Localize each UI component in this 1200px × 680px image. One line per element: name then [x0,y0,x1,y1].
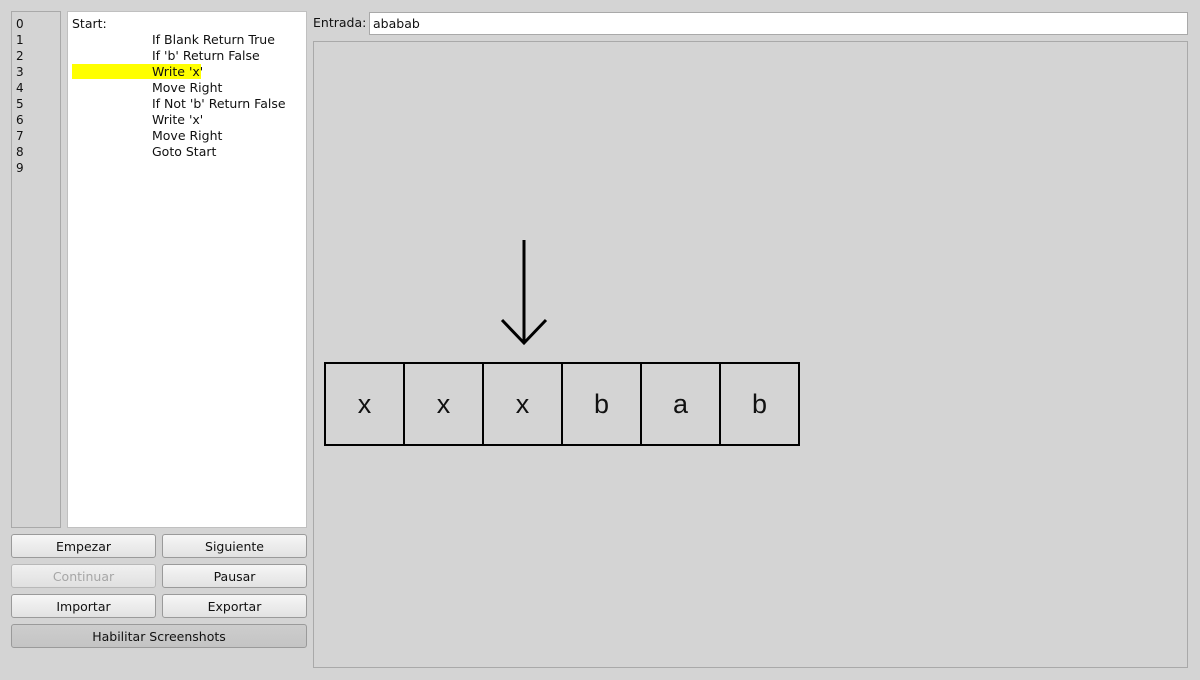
line-number: 9 [16,161,24,175]
tape-cell: x [484,364,563,444]
empezar-button[interactable]: Empezar [11,534,156,558]
tape-cell: a [642,364,721,444]
code-instruction: If Not 'b' Return False [152,96,286,111]
line-number: 3 [16,65,24,79]
line-number: 6 [16,113,24,127]
code-instruction: Move Right [152,80,223,95]
pausar-button[interactable]: Pausar [162,564,307,588]
tape-cell: x [326,364,405,444]
line-number: 1 [16,33,24,47]
program-editor[interactable]: Start: If Blank Return True If 'b' Return … [67,11,307,528]
code-instruction: If Blank Return True [152,32,275,47]
continuar-button[interactable]: Continuar [11,564,156,588]
line-number: 7 [16,129,24,143]
line-numbers-gutter: 0 1 2 3 4 5 6 7 8 9 [11,11,61,528]
code-instruction: Write 'x' [152,64,204,79]
tape-cell: x [405,364,484,444]
tape-canvas: xxxbab [313,41,1188,668]
tape-cell: b [563,364,642,444]
line-number: 2 [16,49,24,63]
line-number: 5 [16,97,24,111]
down-arrow-icon [500,240,547,346]
code-instruction: Write 'x' [152,112,204,127]
tape: xxxbab [324,362,800,446]
habilitar-screenshots-button[interactable]: Habilitar Screenshots [11,624,307,648]
line-number: 4 [16,81,24,95]
line-number: 8 [16,145,24,159]
code-instruction: Move Right [152,128,223,143]
siguiente-button[interactable]: Siguiente [162,534,307,558]
code-instruction: Goto Start [152,144,217,159]
tape-cell: b [721,364,800,444]
line-number: 0 [16,17,24,31]
entrada-label: Entrada: [313,15,367,30]
exportar-button[interactable]: Exportar [162,594,307,618]
code-label: Start: [72,16,107,31]
code-instruction: If 'b' Return False [152,48,260,63]
entrada-input[interactable] [369,12,1188,35]
importar-button[interactable]: Importar [11,594,156,618]
